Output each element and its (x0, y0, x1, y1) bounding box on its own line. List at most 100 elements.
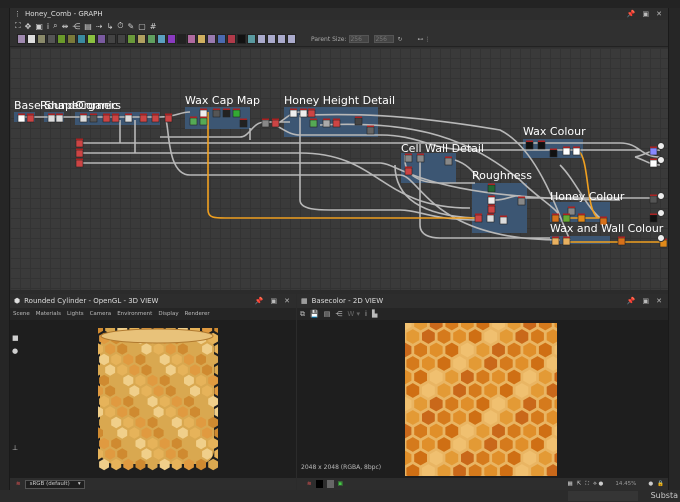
menu-materials[interactable]: Materials (36, 311, 61, 317)
graph-node[interactable] (525, 141, 534, 150)
node-library-icon[interactable] (57, 34, 66, 44)
graph-node[interactable] (649, 147, 658, 156)
node-library-icon[interactable] (67, 34, 76, 44)
colorspace-icon[interactable]: ≋ (307, 481, 312, 487)
node-library-icon[interactable] (177, 34, 186, 44)
gray-bg-swatch[interactable] (326, 480, 334, 488)
node-library-icon[interactable] (197, 34, 206, 44)
node-library-icon[interactable] (137, 34, 146, 44)
graph-node[interactable] (222, 109, 231, 118)
node-library-icon[interactable] (37, 34, 46, 44)
move-icon[interactable]: ✥ (25, 22, 32, 31)
graph-node[interactable] (444, 157, 453, 166)
node-library-icon[interactable] (27, 34, 36, 44)
graph-node[interactable] (562, 237, 571, 246)
tools-icon[interactable]: ✎ (128, 22, 135, 31)
graph-node[interactable] (517, 197, 526, 206)
graph-node[interactable] (232, 109, 241, 118)
node-library-icon[interactable] (77, 34, 86, 44)
light-icon[interactable]: ● (12, 347, 18, 355)
link-nodes-icon[interactable]: ⊷ (417, 36, 423, 43)
node-library-icon[interactable] (97, 34, 106, 44)
graph-node[interactable] (649, 159, 658, 168)
output-node[interactable] (657, 192, 665, 200)
grid-icon[interactable]: ▦ (567, 481, 572, 487)
frame-icon[interactable]: ⛶ (585, 481, 589, 488)
zoom-level[interactable]: 14.45% (615, 481, 636, 487)
preview-icon[interactable]: ▣ (338, 481, 343, 487)
lock-icon[interactable]: 🔒 (657, 481, 668, 487)
graph-node[interactable] (487, 184, 496, 193)
node-library-icon[interactable] (147, 34, 156, 44)
node-library-icon[interactable] (127, 34, 136, 44)
node-library-icon[interactable] (207, 34, 216, 44)
camera-icon[interactable]: ■ (12, 334, 19, 342)
node-library-icon[interactable] (187, 34, 196, 44)
node-library-icon[interactable] (287, 34, 296, 44)
frame-roughness[interactable] (472, 183, 527, 233)
parent-size-select-2[interactable]: 256 (374, 35, 395, 43)
graph-node[interactable] (354, 117, 363, 126)
node-library-icon[interactable] (217, 34, 226, 44)
node-library-icon[interactable] (157, 34, 166, 44)
axis-icon[interactable]: ⊥ (12, 444, 18, 452)
connector-icon[interactable]: ↳ (107, 22, 114, 31)
vertical-icon[interactable]: ⋮ (424, 36, 430, 43)
graph-node[interactable] (577, 214, 586, 223)
timer-icon[interactable]: ⏱ (117, 21, 123, 31)
graph-node[interactable] (404, 167, 413, 176)
colorspace-select[interactable]: sRGB (default) ▾ (24, 479, 85, 489)
node-library-icon[interactable] (277, 34, 286, 44)
parent-size-select[interactable]: 256 (349, 35, 370, 43)
graph-node[interactable] (551, 214, 560, 223)
node-library-icon[interactable] (117, 34, 126, 44)
share-icon[interactable]: ⋲ (72, 22, 80, 31)
output-node[interactable] (657, 142, 665, 150)
frame-icon[interactable]: ▢ (138, 22, 146, 31)
graph-node[interactable] (549, 149, 558, 158)
histogram-icon[interactable]: ▙ (372, 310, 377, 318)
output-node[interactable] (657, 209, 665, 217)
output-node[interactable] (657, 156, 665, 164)
pin-icon[interactable]: 📌 (255, 297, 264, 305)
fit-icon[interactable]: ⇱ (577, 481, 582, 487)
graph-node[interactable] (562, 147, 571, 156)
close-icon[interactable]: ✕ (656, 10, 662, 18)
graph-node[interactable] (309, 119, 318, 128)
graph-node[interactable] (499, 216, 508, 225)
graph-node[interactable] (404, 154, 413, 163)
node-library-icon[interactable] (257, 34, 266, 44)
graph-node[interactable] (487, 196, 496, 205)
graph-node[interactable] (124, 114, 133, 123)
close-icon[interactable]: ✕ (284, 297, 290, 305)
pin-icon[interactable]: 📌 (627, 10, 636, 18)
export-icon[interactable]: ▤ (324, 310, 331, 318)
output-node[interactable] (657, 234, 665, 242)
copy-icon[interactable]: ⧉ (300, 310, 305, 319)
close-icon[interactable]: ✕ (656, 297, 662, 305)
graph-node[interactable] (562, 214, 571, 223)
graph-node[interactable] (289, 109, 298, 118)
menu-scene[interactable]: Scene (13, 311, 30, 317)
link-icon[interactable]: ⇢ (96, 22, 103, 31)
menu-display[interactable]: Display (158, 311, 178, 317)
node-library-icon[interactable] (87, 34, 96, 44)
share-icon[interactable]: ⋲ (335, 310, 342, 318)
graph-node[interactable] (164, 114, 173, 123)
graph-node[interactable] (55, 114, 64, 123)
graph-node[interactable] (239, 119, 248, 128)
comment-icon[interactable]: ▤ (84, 22, 92, 31)
graph-node[interactable] (17, 114, 26, 123)
graph-node[interactable] (261, 119, 270, 128)
graph-node[interactable] (474, 214, 483, 223)
graph-node[interactable] (89, 114, 98, 123)
menu-lights[interactable]: Lights (67, 311, 84, 317)
graph-node[interactable] (75, 149, 84, 158)
zoom-slider-icon[interactable]: ⟡ ● (593, 481, 603, 488)
maximize-icon[interactable]: ▣ (643, 10, 650, 18)
graph-node[interactable] (649, 195, 658, 204)
node-library-icon[interactable] (107, 34, 116, 44)
node-library-icon[interactable] (267, 34, 276, 44)
graph-node[interactable] (486, 214, 495, 223)
node-library-icon[interactable] (227, 34, 236, 44)
